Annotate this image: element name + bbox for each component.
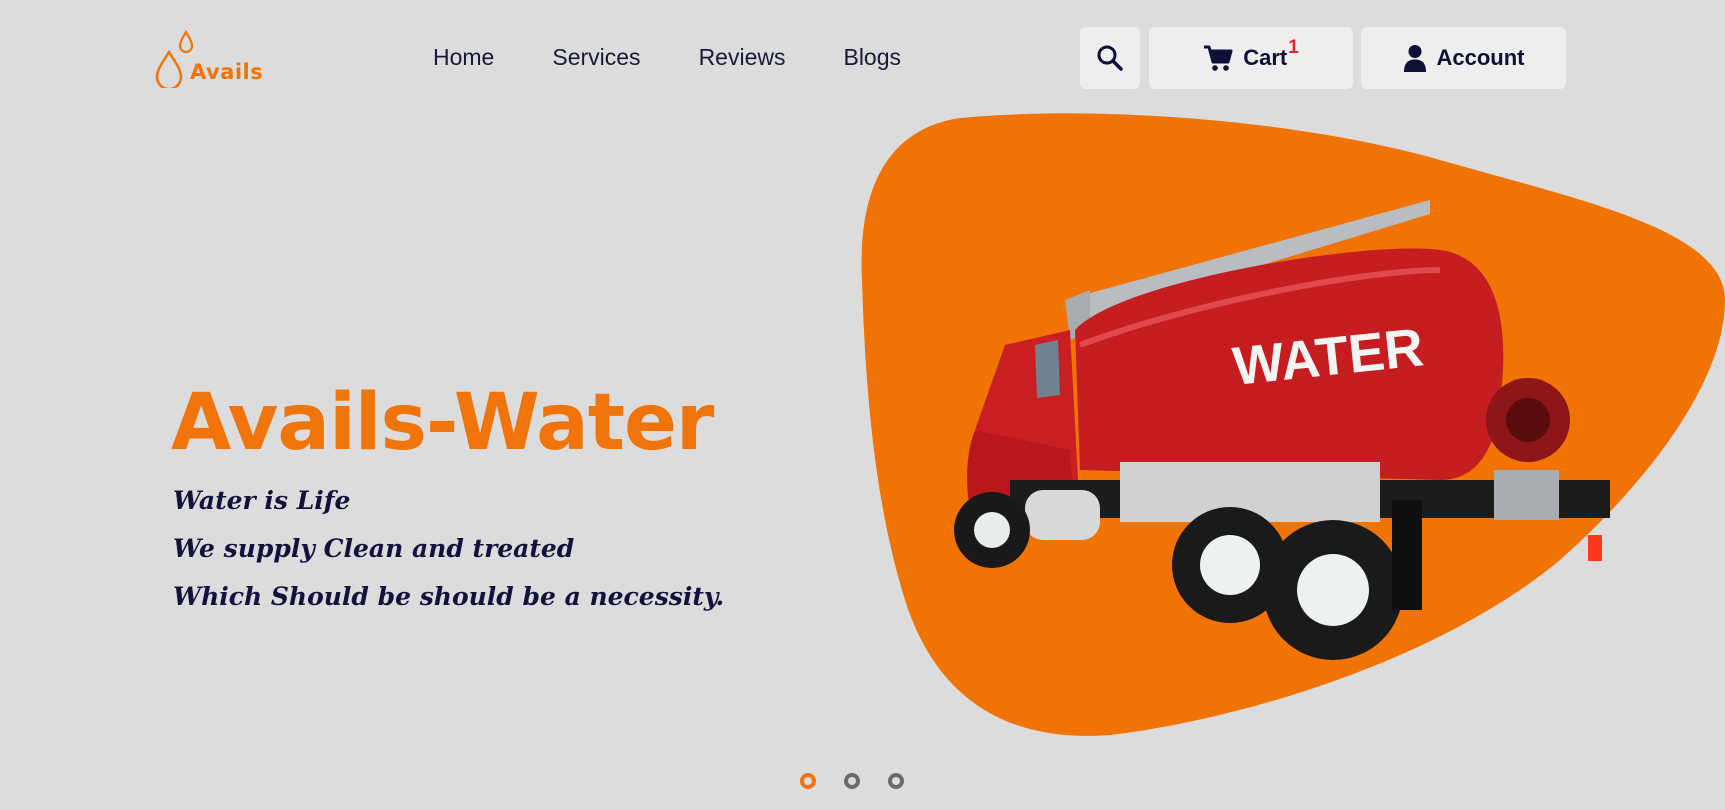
brand-logo[interactable]: Avails <box>154 26 264 88</box>
cart-count-badge: 1 <box>1288 37 1299 58</box>
hero-tagline-3: Which Should be should be a necessity. <box>173 582 725 611</box>
carousel-indicators <box>800 773 932 789</box>
cart-label: Cart <box>1243 45 1288 70</box>
hero-tagline-2: We supply Clean and treated <box>173 534 575 563</box>
carousel-dot-2[interactable] <box>844 773 860 789</box>
carousel-dot-1[interactable] <box>800 773 816 789</box>
brand-name: Avails <box>190 60 264 84</box>
water-drop-icon <box>155 30 194 88</box>
hero-title: Avails-Water <box>171 378 714 468</box>
nav-reviews[interactable]: Reviews <box>699 44 786 71</box>
hero-tagline-1: Water is Life <box>173 486 351 515</box>
nav-blogs[interactable]: Blogs <box>843 44 901 71</box>
search-button[interactable] <box>1080 27 1140 89</box>
account-button[interactable]: Account <box>1361 27 1566 89</box>
shopping-cart-icon <box>1204 45 1233 71</box>
search-icon <box>1097 45 1123 71</box>
main-nav: Home Services Reviews Blogs <box>433 44 959 71</box>
cart-button[interactable]: Cart 1 <box>1149 27 1353 89</box>
nav-home[interactable]: Home <box>433 44 494 71</box>
user-icon <box>1403 45 1426 72</box>
account-label: Account <box>1436 45 1525 70</box>
carousel-dot-3[interactable] <box>888 773 904 789</box>
nav-services[interactable]: Services <box>552 44 640 71</box>
